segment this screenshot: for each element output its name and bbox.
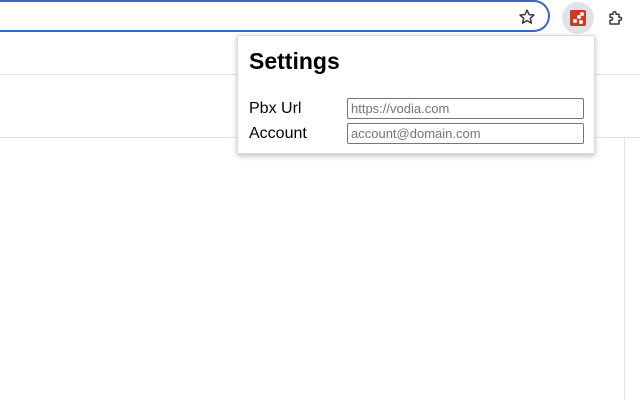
puzzle-icon <box>609 10 623 25</box>
extension-popup: Settings Pbx Url Account <box>237 35 595 154</box>
browser-window: Settings Pbx Url Account <box>0 0 640 400</box>
pbx-url-row: Pbx Url <box>249 98 585 120</box>
star-icon[interactable] <box>516 6 538 28</box>
vodia-extension-button[interactable] <box>562 2 594 34</box>
pbx-url-label: Pbx Url <box>249 100 302 117</box>
extensions-menu-button[interactable] <box>600 2 632 34</box>
account-label: Account <box>249 125 307 142</box>
page-scrollbar-track <box>624 138 625 400</box>
account-row: Account <box>249 123 585 145</box>
address-bar[interactable] <box>0 0 550 32</box>
extension-vodia-icon <box>570 10 586 26</box>
browser-toolbar <box>0 0 640 36</box>
account-input[interactable] <box>347 123 584 144</box>
popup-title: Settings <box>249 48 340 74</box>
pbx-url-input[interactable] <box>347 98 584 119</box>
